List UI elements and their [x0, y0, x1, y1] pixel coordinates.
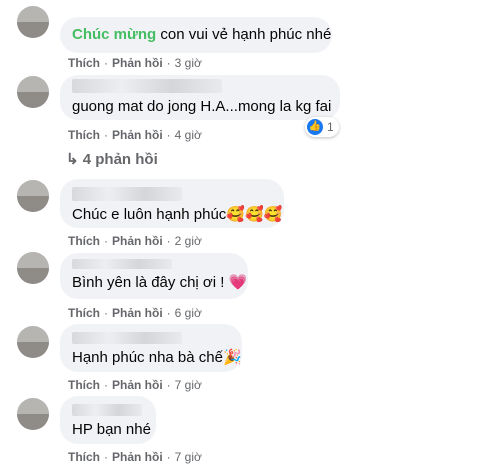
like-button[interactable]: Thích [68, 56, 100, 70]
name-redacted [72, 332, 182, 344]
comment-bubble: HP bạn nhé [60, 396, 156, 444]
name-redacted [72, 404, 142, 416]
comment-bubble: Hạnh phúc nha bà chế🎉 [60, 324, 242, 372]
like-button[interactable]: Thích [68, 306, 100, 320]
comment-actions: Thích · Phản hồi · 7 giờ [68, 450, 202, 464]
name-redacted [72, 187, 182, 201]
name-redacted [72, 259, 172, 269]
reply-button[interactable]: Phản hồi [112, 128, 163, 142]
reaction-summary[interactable]: 👍 1 [305, 117, 339, 137]
reply-button[interactable]: Phản hồi [112, 450, 163, 464]
comment-text: Hạnh phúc nha bà chế🎉 [72, 349, 242, 366]
reply-button[interactable]: Phản hồi [112, 234, 163, 248]
comment-actions: Thích · Phản hồi · 4 giờ [68, 128, 202, 142]
comment-text: HP bạn nhé [72, 421, 151, 438]
reaction-count: 1 [327, 120, 334, 134]
avatar[interactable] [17, 6, 49, 38]
avatar[interactable] [17, 326, 49, 358]
comment-actions: Thích · Phản hồi · 2 giờ [68, 234, 202, 248]
like-button[interactable]: Thích [68, 378, 100, 392]
comment-text: guong mat do jong H.A...mong la kg fai [72, 98, 332, 115]
timestamp[interactable]: 7 giờ [175, 378, 202, 392]
timestamp[interactable]: 7 giờ [175, 450, 202, 464]
comment-actions: Thích · Phản hồi · 6 giờ [68, 306, 202, 320]
comment-text: Chúc mừng con vui vẻ hạnh phúc nhé [72, 26, 332, 43]
comment-text: Chúc e luôn hạnh phúc🥰🥰🥰 [72, 206, 283, 223]
like-icon: 👍 [307, 119, 323, 135]
avatar[interactable] [17, 252, 49, 284]
name-redacted [72, 79, 222, 93]
comment-text: Bình yên là đây chị ơi ! 💗 [72, 274, 248, 291]
avatar[interactable] [17, 76, 49, 108]
comment-bubble: Chúc e luôn hạnh phúc🥰🥰🥰 [60, 179, 284, 228]
like-button[interactable]: Thích [68, 450, 100, 464]
comment-actions: Thích · Phản hồi · 7 giờ [68, 378, 202, 392]
like-button[interactable]: Thích [68, 128, 100, 142]
timestamp[interactable]: 6 giờ [175, 306, 202, 320]
comment-actions: Thích · Phản hồi · 3 giờ [68, 56, 202, 70]
comment-bubble: Chúc mừng con vui vẻ hạnh phúc nhé [60, 17, 332, 53]
comment-bubble: guong mat do jong H.A...mong la kg fai [60, 75, 340, 120]
reply-button[interactable]: Phản hồi [112, 56, 163, 70]
highlighted-text[interactable]: Chúc mừng [72, 26, 156, 43]
comment-bubble: Bình yên là đây chị ơi ! 💗 [60, 253, 248, 299]
timestamp[interactable]: 3 giờ [175, 56, 202, 70]
avatar[interactable] [17, 180, 49, 212]
avatar[interactable] [17, 398, 49, 430]
timestamp[interactable]: 4 giờ [175, 128, 202, 142]
like-button[interactable]: Thích [68, 234, 100, 248]
timestamp[interactable]: 2 giờ [175, 234, 202, 248]
reply-button[interactable]: Phản hồi [112, 306, 163, 320]
reply-button[interactable]: Phản hồi [112, 378, 163, 392]
view-replies-link[interactable]: ↳ 4 phản hồi [66, 150, 158, 168]
